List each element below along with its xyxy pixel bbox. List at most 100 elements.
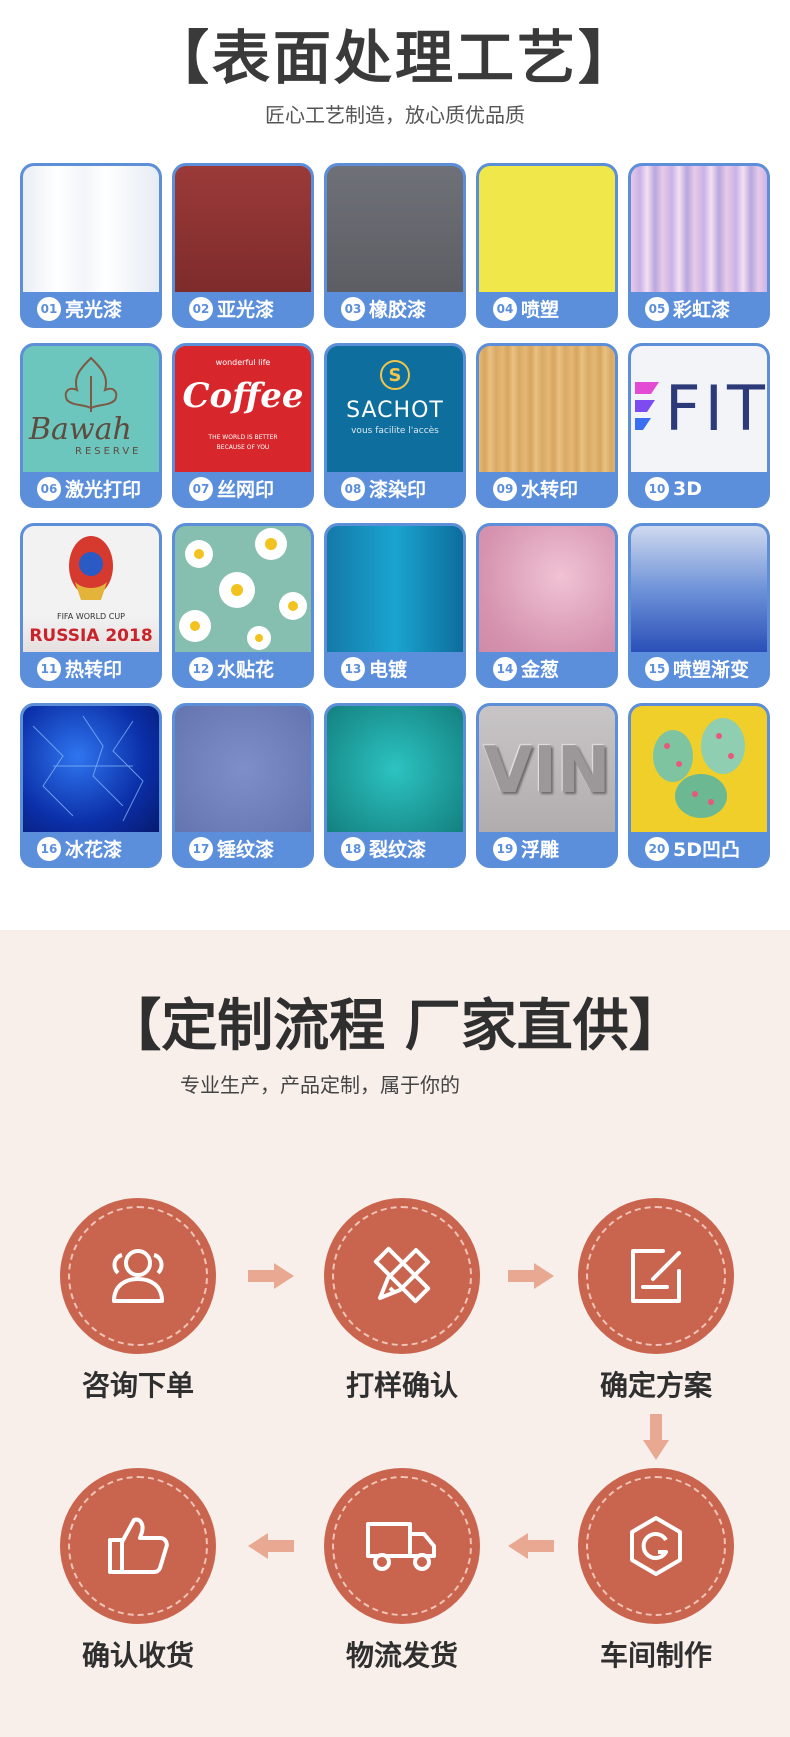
vin-text: VIN <box>483 734 611 808</box>
arrow-right-icon <box>508 1263 554 1289</box>
process-card: FIFA WORLD CUP RUSSIA 2018 11 热转印 <box>20 523 162 688</box>
card-name: 水转印 <box>521 479 579 501</box>
process-card: VIN 19 浮雕 <box>476 703 618 868</box>
card-number: 02 <box>189 296 213 321</box>
rainbow-paint-swatch <box>631 166 767 292</box>
step-receive: 确认收货 <box>38 1468 238 1676</box>
step-ship: 物流发货 <box>302 1468 502 1676</box>
card-number: 07 <box>189 476 213 501</box>
truck-icon <box>366 1522 436 1571</box>
pencil-ruler-icon <box>373 1246 431 1304</box>
crackle-paint-swatch <box>327 706 463 832</box>
card-label: 19 浮雕 <box>479 832 615 865</box>
step-label: 物流发货 <box>345 1639 458 1672</box>
section-title: 【表面处理工艺】 <box>150 24 639 92</box>
card-name: 激光打印 <box>65 479 142 501</box>
card-label: 13 电镀 <box>327 652 463 685</box>
card-name: 金葱 <box>521 659 560 681</box>
card-name: 彩虹漆 <box>673 299 731 321</box>
card-label: 12 水贴花 <box>175 652 311 685</box>
card-name: 热转印 <box>65 659 123 681</box>
card-name: 漆染印 <box>369 479 427 501</box>
card-name: 亮光漆 <box>65 299 123 321</box>
russia-text: RUSSIA 2018 <box>29 626 153 646</box>
card-name: 水贴花 <box>217 659 275 681</box>
card-name: 亚光漆 <box>217 299 275 321</box>
step-sample: 打样确认 <box>302 1198 502 1406</box>
card-name: 橡胶漆 <box>369 299 427 321</box>
fit-text: FIT <box>665 372 767 445</box>
coffee-text: Coffee <box>182 376 304 416</box>
step-label: 车间制作 <box>599 1639 712 1672</box>
card-number: 20 <box>645 836 669 861</box>
decal-swatch <box>175 526 311 652</box>
card-label: 09 水转印 <box>479 472 615 505</box>
card-number: 13 <box>341 656 365 681</box>
sachot-tagline: vous facilite l'accès <box>351 426 439 436</box>
users-icon <box>112 1249 164 1303</box>
card-number: 14 <box>493 656 517 681</box>
hexagon-gear-icon <box>630 1516 682 1576</box>
card-number: 08 <box>341 476 365 501</box>
card-number: 17 <box>189 836 213 861</box>
card-number: 18 <box>341 836 365 861</box>
process-card: 09 水转印 <box>476 343 618 508</box>
card-label: 15 喷塑渐变 <box>631 652 767 685</box>
step-circle <box>578 1468 734 1624</box>
process-card: 12 水贴花 <box>172 523 314 688</box>
arrow-left-icon <box>508 1533 554 1559</box>
card-number: 15 <box>645 656 669 681</box>
process-card: 20 5D凹凸 <box>628 703 770 868</box>
card-number: 16 <box>37 836 61 861</box>
glitter-swatch <box>479 526 615 652</box>
step-circle <box>60 1468 216 1624</box>
card-label: 20 5D凹凸 <box>631 832 767 865</box>
ice-pattern-icon <box>32 715 144 822</box>
arrow-left-icon <box>248 1533 294 1559</box>
process-card: wonderful life Coffee THE WORLD IS BETTE… <box>172 343 314 508</box>
card-label: 10 3D <box>631 472 767 505</box>
5d-relief-swatch <box>631 706 767 832</box>
card-name: 冰花漆 <box>65 839 123 861</box>
card-label: 08 漆染印 <box>327 472 463 505</box>
card-number: 05 <box>645 296 669 321</box>
arrow-down-icon <box>643 1414 669 1460</box>
card-label: 06 激光打印 <box>23 472 159 505</box>
card-number: 03 <box>341 296 365 321</box>
surface-treatment-section: 【表面处理工艺】 匠心工艺制造，放心质优品质 01 亮光漆 02 亚光漆 03 … <box>0 0 790 930</box>
reserve-text: RESERVE <box>75 446 142 457</box>
process-card: 02 亚光漆 <box>172 163 314 328</box>
card-name: 3D <box>673 477 702 500</box>
card-name: 喷塑 <box>521 299 560 321</box>
edit-note-icon <box>631 1249 681 1303</box>
step-circle <box>578 1198 734 1354</box>
card-name: 裂纹漆 <box>369 839 427 861</box>
card-number: 09 <box>493 476 517 501</box>
process-card: 05 彩虹漆 <box>628 163 770 328</box>
sachot-text: SACHOT <box>346 398 444 423</box>
process-card: S SACHOT vous facilite l'accès 08 漆染印 <box>324 343 466 508</box>
rubber-paint-swatch <box>327 166 463 292</box>
step-label: 咨询下单 <box>81 1369 194 1402</box>
process-card: 04 喷塑 <box>476 163 618 328</box>
card-number: 12 <box>189 656 213 681</box>
card-label: 01 亮光漆 <box>23 292 159 325</box>
section-title: 【定制流程 厂家直供】 <box>105 994 685 1059</box>
card-name: 浮雕 <box>521 839 560 861</box>
card-label: 07 丝网印 <box>175 472 311 505</box>
emboss-swatch: VIN <box>479 706 615 832</box>
card-number: 01 <box>37 296 61 321</box>
card-number: 04 <box>493 296 517 321</box>
because-text: BECAUSE OF YOU <box>216 444 270 451</box>
card-label: 03 橡胶漆 <box>327 292 463 325</box>
card-label: 02 亚光漆 <box>175 292 311 325</box>
step-circle <box>60 1198 216 1354</box>
process-card: 13 电镀 <box>324 523 466 688</box>
process-card: 18 裂纹漆 <box>324 703 466 868</box>
process-card: FIT 10 3D <box>628 343 770 508</box>
laser-print-swatch: Bawah RESERVE <box>23 346 159 472</box>
dye-print-swatch: S SACHOT vous facilite l'accès <box>327 346 463 472</box>
powder-coat-swatch <box>479 166 615 292</box>
heat-transfer-swatch: FIFA WORLD CUP RUSSIA 2018 <box>23 526 159 652</box>
card-number: 10 <box>645 476 669 501</box>
